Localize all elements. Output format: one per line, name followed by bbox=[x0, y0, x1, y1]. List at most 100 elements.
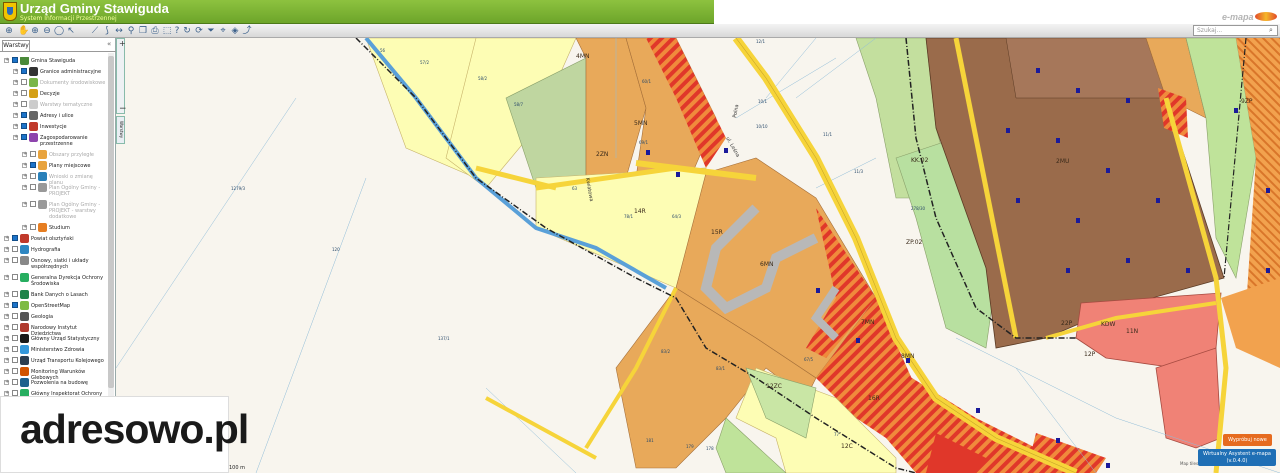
zone-label: 4MN bbox=[576, 53, 589, 60]
expand-icon[interactable]: + bbox=[22, 185, 27, 190]
zoning-map[interactable]: 14R 15R 16R 2ZN 5MN 4MN 6MN 7MN 8MN 12C 12ZC 11N 12P… bbox=[116, 38, 1280, 473]
layer-checkbox[interactable] bbox=[21, 79, 27, 85]
layer-checkbox[interactable] bbox=[21, 101, 27, 107]
layer-checkbox[interactable] bbox=[21, 68, 27, 74]
zoom-slider[interactable] bbox=[116, 38, 125, 114]
zoom-minus-icon[interactable]: − bbox=[119, 104, 127, 114]
layer-checkbox[interactable] bbox=[30, 173, 36, 179]
layer-checkbox[interactable] bbox=[12, 335, 18, 341]
layer-checkbox[interactable] bbox=[12, 57, 18, 63]
layer-checkbox[interactable] bbox=[30, 151, 36, 157]
layer-label: Decyzje bbox=[40, 91, 60, 97]
share-icon[interactable]: ⤴ bbox=[242, 26, 252, 36]
expand-icon[interactable]: + bbox=[4, 303, 9, 308]
layer-checkbox[interactable] bbox=[12, 313, 18, 319]
layer-checkbox[interactable] bbox=[21, 134, 27, 140]
expand-icon[interactable]: + bbox=[4, 58, 9, 63]
layer-label: Granice administracyjne bbox=[40, 69, 102, 75]
copy-icon[interactable]: ❐ bbox=[138, 26, 148, 36]
expand-icon[interactable]: + bbox=[4, 380, 9, 385]
layer-checkbox[interactable] bbox=[12, 346, 18, 352]
expand-icon[interactable]: + bbox=[4, 325, 9, 330]
expand-icon[interactable]: + bbox=[22, 202, 27, 207]
redo-icon[interactable]: ⟳ bbox=[194, 26, 204, 36]
layer-label: Gmina Stawiguda bbox=[31, 58, 76, 64]
layer-checkbox[interactable] bbox=[12, 291, 18, 297]
expand-icon[interactable]: + bbox=[13, 91, 18, 96]
layer-checkbox[interactable] bbox=[12, 302, 18, 308]
zoom-out-icon[interactable]: ⊖ bbox=[42, 26, 52, 36]
expand-icon[interactable]: + bbox=[4, 314, 9, 319]
expand-icon[interactable]: + bbox=[4, 247, 9, 252]
layer-checkbox[interactable] bbox=[12, 257, 18, 263]
expand-icon[interactable]: + bbox=[4, 347, 9, 352]
layer-label: Osnowy, siatki i układy współrzędnych bbox=[31, 258, 89, 270]
parcel-label: 181 bbox=[646, 438, 654, 443]
full-extent-icon[interactable]: ◯ bbox=[54, 26, 64, 36]
expand-icon[interactable]: + bbox=[22, 174, 27, 179]
layer-checkbox[interactable] bbox=[21, 123, 27, 129]
layers-icon[interactable]: ◈ bbox=[230, 26, 240, 36]
refresh-icon[interactable]: ↻ bbox=[182, 26, 192, 36]
layer-checkbox[interactable] bbox=[21, 112, 27, 118]
layer-checkbox[interactable] bbox=[21, 90, 27, 96]
expand-icon[interactable]: + bbox=[4, 369, 9, 374]
grid-icon bbox=[20, 256, 29, 265]
map-toolbar: ⊕ ✋ ⊕ ⊖ ◯ ↖ ⟋ ⟆ ↔ ⚲ ❐ ⎙ ⬚ ? ↻ ⟳ ⏷ ⌖ ◈ ⤴ … bbox=[0, 24, 1280, 38]
zoom-plus-icon[interactable]: + bbox=[119, 39, 126, 48]
route-icon[interactable]: ⌖ bbox=[218, 26, 228, 36]
parcel-label: 278/30 bbox=[911, 206, 926, 211]
export-icon[interactable]: ⬚ bbox=[162, 26, 172, 36]
expand-icon[interactable]: + bbox=[4, 336, 9, 341]
layer-checkbox[interactable] bbox=[12, 368, 18, 374]
layer-checkbox[interactable] bbox=[12, 324, 18, 330]
expand-icon[interactable]: + bbox=[13, 102, 18, 107]
virtual-assistant-button[interactable]: Wirtualny Asystent e-mapa (v.0.4.0) bbox=[1198, 449, 1276, 466]
globe-icon[interactable]: ⊕ bbox=[4, 26, 14, 36]
study-icon bbox=[38, 223, 47, 232]
expand-icon[interactable]: + bbox=[22, 163, 27, 168]
expand-icon[interactable]: + bbox=[4, 275, 9, 280]
layer-checkbox[interactable] bbox=[30, 224, 36, 230]
help-icon[interactable]: ? bbox=[172, 26, 182, 36]
layer-scrollbar-thumb[interactable] bbox=[108, 56, 114, 388]
layer-checkbox[interactable] bbox=[12, 235, 18, 241]
gdos-icon bbox=[20, 273, 29, 282]
search-input[interactable]: Szukaj... bbox=[1193, 25, 1278, 36]
map-canvas[interactable]: 14R 15R 16R 2ZN 5MN 4MN 6MN 7MN 8MN 12C 12ZC 11N 12P… bbox=[116, 38, 1280, 473]
expand-icon[interactable]: + bbox=[4, 258, 9, 263]
try-new-button[interactable]: Wypróbuj nowe bbox=[1223, 434, 1272, 446]
tab-layers[interactable]: Warstwy bbox=[2, 40, 30, 51]
layer-checkbox[interactable] bbox=[30, 201, 36, 207]
measure-area-icon[interactable]: ⟆ bbox=[102, 26, 112, 36]
expand-icon[interactable]: + bbox=[13, 80, 18, 85]
filter-icon[interactable]: ⏷ bbox=[206, 26, 216, 36]
hand-pan-icon[interactable]: ✋ bbox=[18, 26, 29, 36]
pin-icon[interactable]: ⚲ bbox=[126, 26, 136, 36]
layer-checkbox[interactable] bbox=[12, 357, 18, 363]
document-icon bbox=[29, 78, 38, 87]
search-icon[interactable]: ⌕ bbox=[1269, 26, 1278, 35]
measure-distance-icon[interactable]: ↔ bbox=[114, 26, 124, 36]
print-icon[interactable]: ⎙ bbox=[150, 26, 160, 36]
expand-icon[interactable]: + bbox=[4, 292, 9, 297]
layer-checkbox[interactable] bbox=[30, 162, 36, 168]
layer-checkbox[interactable] bbox=[30, 184, 36, 190]
expand-icon[interactable]: + bbox=[13, 69, 18, 74]
map-layers-tab[interactable]: Warstwy bbox=[116, 116, 125, 144]
expand-icon[interactable]: + bbox=[13, 124, 18, 129]
parcel-label: 56 bbox=[380, 48, 386, 53]
expand-icon[interactable]: + bbox=[4, 236, 9, 241]
layer-checkbox[interactable] bbox=[12, 246, 18, 252]
measure-line-icon[interactable]: ⟋ bbox=[90, 26, 100, 36]
collapse-panel-icon[interactable]: « bbox=[107, 40, 111, 48]
select-arrow-icon[interactable]: ↖ bbox=[66, 26, 76, 36]
expand-icon[interactable]: + bbox=[13, 135, 18, 140]
zoom-in-icon[interactable]: ⊕ bbox=[30, 26, 40, 36]
expand-icon[interactable]: + bbox=[4, 358, 9, 363]
expand-icon[interactable]: + bbox=[22, 225, 27, 230]
layer-checkbox[interactable] bbox=[12, 379, 18, 385]
layer-checkbox[interactable] bbox=[12, 274, 18, 280]
expand-icon[interactable]: + bbox=[22, 152, 27, 157]
expand-icon[interactable]: + bbox=[13, 113, 18, 118]
